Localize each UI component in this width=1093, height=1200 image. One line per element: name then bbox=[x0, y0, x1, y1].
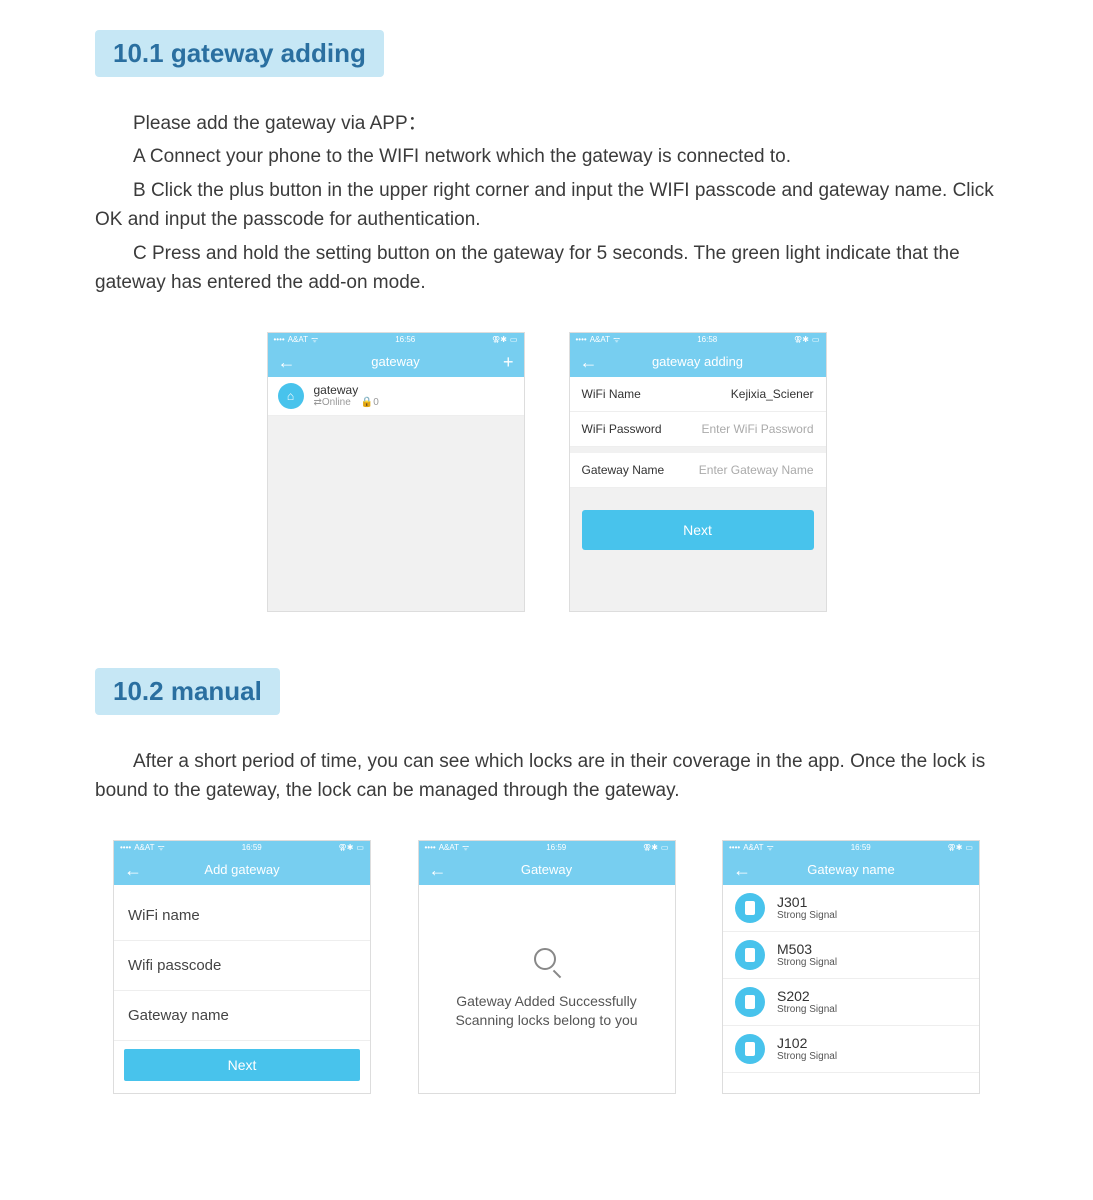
navbar-title: gateway adding bbox=[652, 354, 743, 369]
navbar-scanning: ← Gateway bbox=[419, 855, 675, 885]
wifi-icon: ᯤ bbox=[613, 334, 620, 345]
screenshot-gateway-list: ••••A&ATᯤ 16:56 ⚢✱▭ ← gateway + ⌂ gatewa… bbox=[267, 332, 525, 612]
bluetooth-icon: ⚢✱ bbox=[948, 843, 963, 852]
gateway-name-row[interactable]: Gateway Name Enter Gateway Name bbox=[570, 453, 826, 488]
wifi-password-row[interactable]: WiFi Password Enter WiFi Password bbox=[570, 412, 826, 447]
status-bar: ••••A&ATᯤ 16:59 ⚢✱▭ bbox=[114, 841, 370, 855]
wifi-name-value: Kejixia_Sciener bbox=[731, 387, 814, 401]
wifi-icon: ᯤ bbox=[767, 842, 774, 853]
gateway-list-item[interactable]: ⌂ gateway ⇄Online 🔒0 bbox=[268, 377, 524, 416]
wifi-icon: ᯤ bbox=[158, 842, 165, 853]
navbar-add-gateway: ← Add gateway bbox=[114, 855, 370, 885]
bluetooth-icon: ⚢✱ bbox=[339, 843, 354, 852]
search-icon bbox=[532, 948, 562, 978]
lock-icon bbox=[735, 1034, 765, 1064]
battery-icon: ▭ bbox=[965, 843, 973, 852]
step-a: A Connect your phone to the WIFI network… bbox=[95, 142, 998, 171]
screenshot-lock-list: ••••A&ATᯤ 16:59 ⚢✱▭ ← Gateway name J301S… bbox=[722, 840, 980, 1094]
status-bar: ••••A&ATᯤ 16:58 ⚢✱▭ bbox=[570, 333, 826, 347]
step-c: C Press and hold the setting button on t… bbox=[95, 239, 998, 298]
bluetooth-icon: ⚢✱ bbox=[643, 843, 658, 852]
battery-icon: ▭ bbox=[812, 335, 820, 344]
wifi-name-field[interactable]: WiFi name bbox=[114, 891, 370, 941]
wifi-name-row[interactable]: WiFi Name Kejixia_Sciener bbox=[570, 377, 826, 412]
navbar-title: gateway bbox=[371, 354, 419, 369]
navbar-gateway: ← gateway + bbox=[268, 347, 524, 377]
screenshot-gateway-adding: ••••A&ATᯤ 16:58 ⚢✱▭ ← gateway adding WiF… bbox=[569, 332, 827, 612]
lock-list-item[interactable]: J301Strong Signal bbox=[723, 885, 979, 932]
wifi-icon: ᯤ bbox=[311, 334, 318, 345]
back-icon[interactable]: ← bbox=[429, 861, 447, 879]
wifi-passcode-field[interactable]: Wifi passcode bbox=[114, 941, 370, 991]
back-icon[interactable]: ← bbox=[278, 353, 296, 371]
lock-icon bbox=[735, 893, 765, 923]
step-b: B Click the plus button in the upper rig… bbox=[95, 176, 998, 235]
next-button[interactable]: Next bbox=[582, 510, 814, 550]
lock-list-item[interactable]: M503Strong Signal bbox=[723, 932, 979, 979]
navbar-title: Gateway name bbox=[807, 862, 894, 877]
add-gateway-icon[interactable]: + bbox=[503, 353, 514, 371]
lock-icon bbox=[735, 940, 765, 970]
battery-icon: ▭ bbox=[356, 843, 364, 852]
back-icon[interactable]: ← bbox=[124, 861, 142, 879]
gateway-icon: ⌂ bbox=[278, 383, 304, 409]
back-icon[interactable]: ← bbox=[733, 861, 751, 879]
next-button[interactable]: Next bbox=[124, 1049, 360, 1081]
bluetooth-icon: ⚢✱ bbox=[794, 335, 809, 344]
status-bar: ••••A&ATᯤ 16:59 ⚢✱▭ bbox=[723, 841, 979, 855]
section-10-2-title: 10.2 manual bbox=[95, 668, 280, 715]
navbar-title: Add gateway bbox=[204, 862, 279, 877]
wifi-icon: ᯤ bbox=[462, 842, 469, 853]
section-10-1-title: 10.1 gateway adding bbox=[95, 30, 384, 77]
navbar-lock-list: ← Gateway name bbox=[723, 855, 979, 885]
screenshot-add-gateway: ••••A&ATᯤ 16:59 ⚢✱▭ ← Add gateway WiFi n… bbox=[113, 840, 371, 1094]
gateway-name-placeholder: Enter Gateway Name bbox=[699, 463, 814, 477]
back-icon[interactable]: ← bbox=[580, 353, 598, 371]
status-bar: ••••A&ATᯤ 16:56 ⚢✱▭ bbox=[268, 333, 524, 347]
battery-icon: ▭ bbox=[510, 335, 518, 344]
status-bar: ••••A&ATᯤ 16:59 ⚢✱▭ bbox=[419, 841, 675, 855]
intro-line: Please add the gateway via APP： bbox=[95, 109, 998, 138]
navbar-title: Gateway bbox=[521, 862, 572, 877]
navbar-gateway-adding: ← gateway adding bbox=[570, 347, 826, 377]
bluetooth-icon: ⚢✱ bbox=[492, 335, 507, 344]
status-line-1: Gateway Added Successfully bbox=[456, 992, 637, 1011]
section-10-2-text: After a short period of time, you can se… bbox=[95, 747, 998, 806]
screenshot-scanning: ••••A&ATᯤ 16:59 ⚢✱▭ ← Gateway Gateway Ad… bbox=[418, 840, 676, 1094]
battery-icon: ▭ bbox=[661, 843, 669, 852]
gateway-name-field[interactable]: Gateway name bbox=[114, 991, 370, 1041]
lock-list-item[interactable]: S202Strong Signal bbox=[723, 979, 979, 1026]
status-line-2: Scanning locks belong to you bbox=[455, 1011, 637, 1030]
lock-list-item[interactable]: J102Strong Signal bbox=[723, 1026, 979, 1073]
gateway-item-name: gateway bbox=[314, 383, 379, 397]
lock-icon bbox=[735, 987, 765, 1017]
wifi-password-placeholder: Enter WiFi Password bbox=[701, 422, 813, 436]
